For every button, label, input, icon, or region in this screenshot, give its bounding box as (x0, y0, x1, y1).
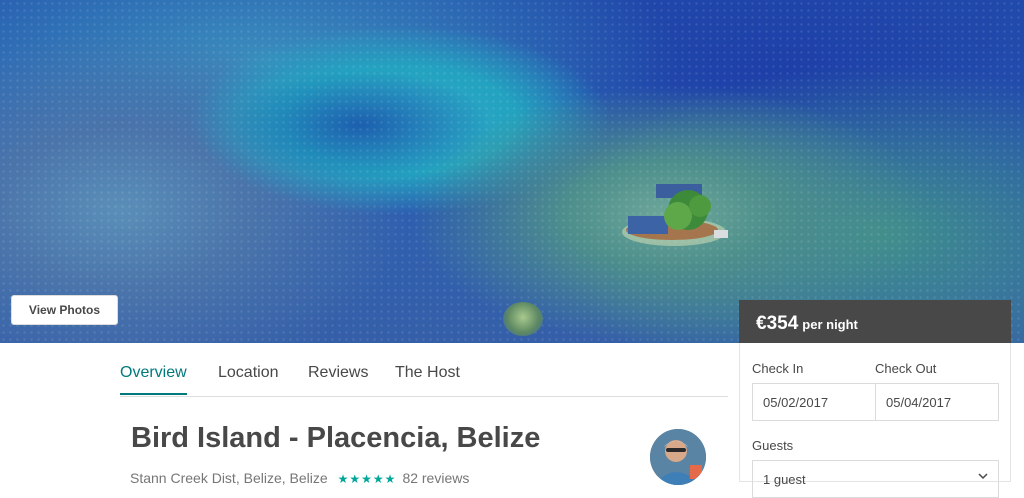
listing-location[interactable]: Stann Creek Dist, Belize, Belize (130, 470, 328, 486)
hero-photo[interactable]: View Photos (0, 0, 1024, 343)
tab-location[interactable]: Location (218, 362, 279, 395)
check-out-field[interactable]: 05/04/2017 (875, 383, 999, 421)
guests-value: 1 guest (763, 472, 806, 487)
view-photos-button[interactable]: View Photos (11, 295, 118, 325)
host-avatar[interactable] (650, 429, 706, 485)
nightly-price: €354 (756, 313, 799, 334)
booking-form: Check In Check Out 05/02/2017 05/04/2017… (739, 343, 1011, 498)
check-out-label: Check Out (875, 361, 937, 376)
chevron-down-icon (978, 473, 988, 480)
check-in-field[interactable]: 05/02/2017 (752, 383, 876, 421)
section-tabs: Overview Location Reviews The Host (120, 362, 728, 397)
guests-select[interactable]: 1 guest (752, 460, 999, 498)
reviews-count[interactable]: 82 reviews (402, 470, 469, 486)
person-icon (650, 429, 706, 485)
tab-reviews[interactable]: Reviews (308, 362, 368, 395)
price-bar: €354 per night (739, 300, 1011, 343)
coral-patch (503, 302, 543, 336)
guests-label: Guests (752, 438, 794, 453)
check-in-label: Check In (752, 361, 804, 376)
per-night-label: per night (802, 317, 858, 332)
reef-texture (0, 0, 1024, 343)
listing-title: Bird Island - Placencia, Belize (131, 422, 541, 454)
rating-stars: ★★★★★ (337, 472, 397, 486)
listing-subline: Stann Creek Dist, Belize, Belize ★★★★★ 82 … (130, 470, 469, 486)
tab-overview[interactable]: Overview (120, 362, 187, 395)
tab-the-host[interactable]: The Host (395, 362, 460, 395)
island-house-image (622, 184, 728, 246)
